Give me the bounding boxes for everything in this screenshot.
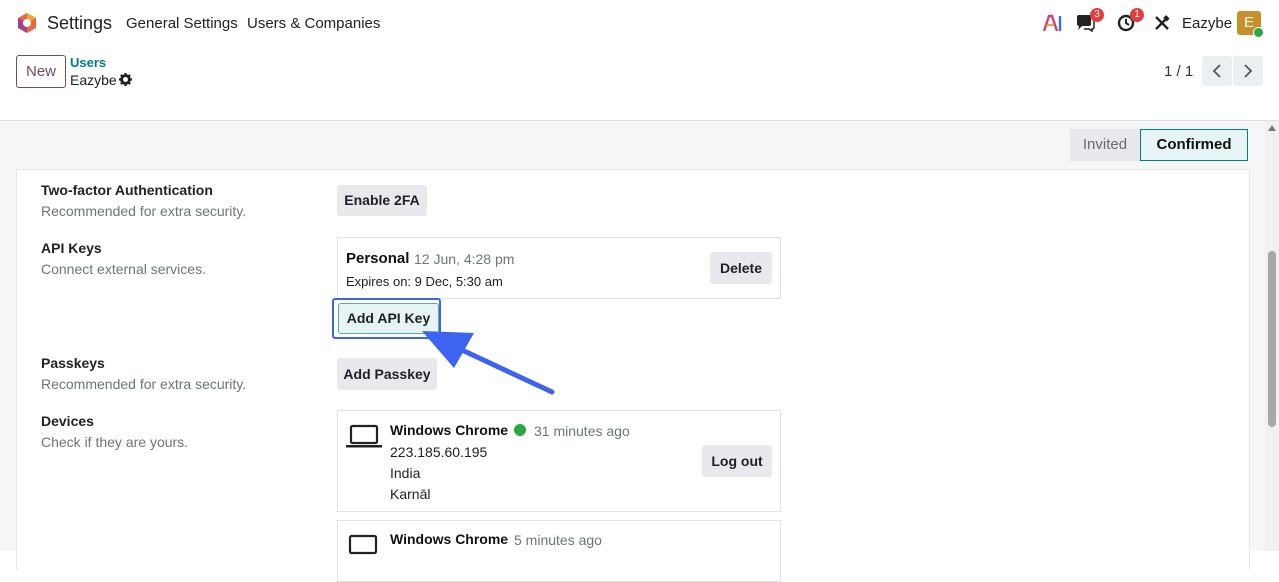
online-status-dot: [1253, 27, 1264, 38]
scroll-up-arrow-icon[interactable]: [1268, 125, 1276, 131]
device-last-seen: 31 minutes ago: [534, 423, 630, 439]
api-key-created: 12 Jun, 4:28 pm: [414, 251, 515, 267]
activity-clock-icon[interactable]: 1: [1116, 8, 1144, 34]
avatar-letter: E: [1243, 14, 1254, 31]
pager-previous-button[interactable]: [1202, 56, 1232, 86]
api-keys-label: API Keys: [41, 240, 102, 256]
control-panel: New Users Eazybe 1 / 1: [0, 46, 1279, 121]
active-session-dot: [514, 424, 526, 436]
pager-value[interactable]: 1 / 1: [1164, 63, 1193, 80]
breadcrumb-current: Eazybe: [70, 72, 117, 88]
status-bar: Invited Confirmed: [1070, 129, 1248, 161]
top-navbar: Settings General Settings Users & Compan…: [0, 0, 1279, 46]
device-ip: 223.185.60.195: [390, 444, 488, 460]
vertical-scrollbar[interactable]: [1265, 121, 1279, 551]
chevron-right-icon: [1244, 64, 1253, 78]
stage-invited[interactable]: Invited: [1070, 129, 1140, 161]
menu-general-settings[interactable]: General Settings: [126, 15, 238, 32]
laptop-icon: [348, 534, 378, 555]
app-title[interactable]: Settings: [47, 13, 112, 34]
device-name: Windows Chrome: [390, 422, 509, 438]
two-factor-label: Two-factor Authentication: [41, 182, 213, 198]
api-key-card: Personal 12 Jun, 4:28 pm Expires on: 9 D…: [337, 237, 781, 299]
chat-badge: 3: [1090, 8, 1104, 22]
device-city: Karnāl: [390, 486, 431, 502]
breadcrumb-users[interactable]: Users: [70, 55, 106, 70]
device-card: Windows Chrome 5 minutes ago: [337, 520, 781, 582]
two-factor-help: Recommended for extra security.: [41, 203, 247, 219]
menu-users-companies[interactable]: Users & Companies: [247, 15, 380, 32]
enable-2fa-button[interactable]: Enable 2FA: [337, 185, 427, 216]
activity-badge: 1: [1130, 8, 1144, 22]
device-last-seen: 5 minutes ago: [514, 532, 602, 548]
passkeys-help: Recommended for extra security.: [41, 376, 247, 392]
device-card: Windows Chrome 31 minutes ago 223.185.60…: [337, 410, 781, 512]
stage-confirmed[interactable]: Confirmed: [1140, 129, 1248, 161]
api-keys-help: Connect external services.: [41, 261, 206, 277]
chevron-left-icon: [1212, 64, 1221, 78]
avatar[interactable]: E: [1237, 11, 1264, 38]
pager-next-button[interactable]: [1233, 56, 1263, 86]
user-name[interactable]: Eazybe: [1182, 15, 1232, 32]
device-country: India: [390, 465, 421, 481]
log-out-button[interactable]: Log out: [702, 445, 772, 477]
api-key-expiry: Expires on: 9 Dec, 5:30 am: [346, 274, 503, 289]
settings-app-icon[interactable]: [16, 12, 38, 34]
api-key-name: Personal: [346, 250, 410, 267]
device-name: Windows Chrome: [390, 531, 509, 547]
form-sheet: Two-factor Authentication Recommended fo…: [16, 169, 1250, 582]
new-button[interactable]: New: [16, 55, 66, 88]
chat-icon[interactable]: 3: [1074, 8, 1104, 34]
devices-help: Check if they are yours.: [41, 434, 189, 450]
delete-api-key-button[interactable]: Delete: [710, 252, 772, 284]
ai-icon[interactable]: [1043, 12, 1063, 34]
form-view: Invited Confirmed Two-factor Authenticat…: [0, 121, 1265, 582]
scroll-thumb[interactable]: [1268, 251, 1276, 427]
tools-icon[interactable]: [1153, 12, 1171, 34]
gear-icon[interactable]: [119, 73, 132, 91]
laptop-icon: [346, 424, 382, 448]
devices-label: Devices: [41, 413, 94, 429]
tutorial-arrow: [422, 331, 555, 395]
passkeys-label: Passkeys: [41, 355, 105, 371]
